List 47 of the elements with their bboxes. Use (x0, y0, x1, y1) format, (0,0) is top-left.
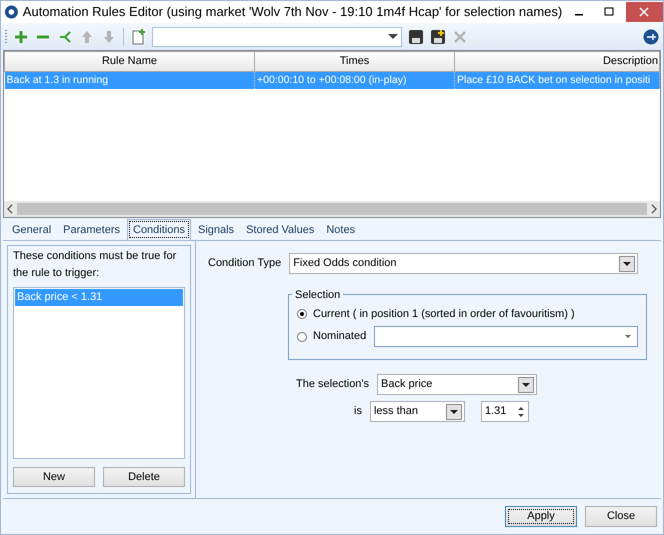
tab[interactable]: Conditions (127, 218, 191, 240)
field-label: Condition Type (208, 256, 282, 272)
field-label: is (354, 404, 362, 420)
dropdown-arrow-icon[interactable] (450, 410, 458, 414)
radio-option[interactable]: Current ( in position 1 (sorted in order of favouritism) ) (297, 306, 575, 322)
column-header[interactable]: Rule Name (4, 52, 254, 71)
window-title: Automation Rules Editor (using market 'Wolv 7th Nov - 19:10 1m4f Hcap' for selection names) (22, 3, 562, 22)
dropdown-arrow-icon[interactable] (388, 34, 398, 39)
plus-icon[interactable] (13, 28, 29, 44)
dropdown-arrow-icon[interactable] (522, 382, 530, 386)
column-header[interactable]: Description (454, 52, 660, 71)
table-cell: +00:00:10 to +00:08:00 (in-play) (257, 74, 406, 86)
new-file-icon[interactable] (130, 28, 146, 44)
action-button[interactable]: New (13, 466, 95, 487)
footer-button[interactable]: Apply (505, 506, 577, 527)
tab[interactable]: Parameters (58, 220, 125, 240)
dropdown-arrow-button[interactable] (446, 404, 462, 420)
radio-option[interactable]: Nominated (297, 328, 366, 345)
dropdown-arrow-icon[interactable] (623, 262, 632, 266)
column-header[interactable]: Times (254, 52, 454, 71)
tab[interactable]: General (7, 220, 56, 240)
condition-type-dropdown[interactable]: Fixed Odds condition (289, 253, 638, 274)
group-caption: Selection (292, 289, 344, 301)
branch-icon[interactable] (57, 28, 73, 44)
nominated-dropdown[interactable] (374, 326, 638, 347)
table-cell: Place £10 BACK bet on selection in positi (457, 74, 650, 86)
operator-dropdown[interactable]: less than (370, 401, 465, 422)
dropdown-arrow-icon[interactable] (625, 335, 631, 338)
tab[interactable]: Notes (321, 220, 360, 240)
property-dropdown[interactable]: Back price (377, 374, 538, 395)
pin-icon[interactable] (643, 28, 659, 44)
field-label: The selection's (296, 377, 370, 392)
dropdown-arrow-button[interactable] (518, 376, 534, 392)
spin-arrows-icon[interactable] (518, 406, 524, 416)
action-button[interactable]: Delete (103, 466, 185, 487)
group-caption: These conditions must be true for the rule to trigger: (13, 249, 178, 280)
tab[interactable]: Stored Values (241, 220, 320, 240)
close-button[interactable] (626, 2, 663, 22)
table-cell: Back at 1.3 in running (6, 74, 108, 86)
floppy-plus-icon[interactable] (430, 28, 446, 44)
app-icon (4, 4, 19, 20)
tab[interactable]: Signals (192, 220, 240, 240)
floppy-icon[interactable] (408, 28, 424, 44)
dropdown-arrow-button[interactable] (619, 256, 636, 272)
footer-button[interactable]: Close (585, 506, 657, 527)
horizontal-scrollbar[interactable] (4, 201, 660, 217)
number-spinner[interactable]: 1.31 (480, 401, 529, 422)
